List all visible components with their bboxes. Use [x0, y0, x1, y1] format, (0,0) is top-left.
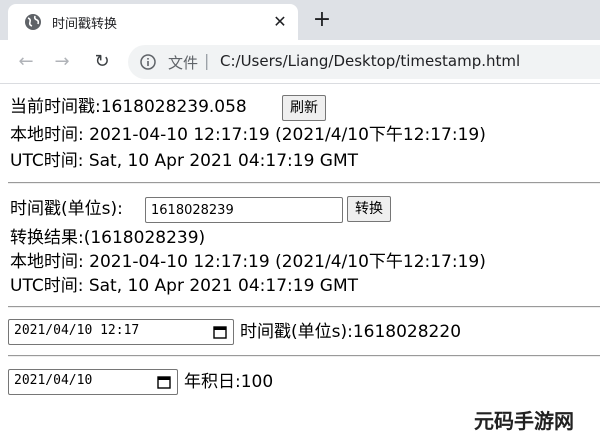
day-of-year-result: 年积日:100: [184, 372, 274, 392]
forward-arrow-icon[interactable]: →: [50, 50, 74, 74]
convert-button[interactable]: 转换: [347, 196, 391, 222]
reload-icon[interactable]: ↻: [90, 50, 114, 74]
divider: [8, 306, 600, 308]
datetime-input[interactable]: 2021/04/10 12:17: [8, 319, 234, 345]
refresh-button[interactable]: 刷新: [282, 95, 326, 121]
current-timestamp-label: 当前时间戳:1618028239.058: [10, 97, 247, 117]
calendar-icon[interactable]: [213, 325, 227, 339]
tab-title: 时间戳转换: [52, 17, 118, 32]
convert-utc-time: UTC时间: Sat, 10 Apr 2021 04:17:19 GMT: [10, 276, 359, 296]
site-label: 文件: [168, 54, 199, 72]
date-input-value: 2021/04/10: [14, 373, 93, 388]
datetime-input-value: 2021/04/10 12:17: [14, 323, 140, 338]
info-icon[interactable]: [140, 54, 156, 70]
divider: [8, 182, 600, 184]
divider: [8, 355, 600, 357]
back-arrow-icon[interactable]: ←: [14, 50, 38, 74]
close-tab-icon[interactable]: ✕: [270, 12, 290, 32]
url-separator: |: [204, 51, 210, 70]
current-utc-time: UTC时间: Sat, 10 Apr 2021 04:17:19 GMT: [10, 151, 359, 171]
timestamp-input-label: 时间戳(单位s):: [10, 199, 123, 219]
datetime-timestamp-result: 时间戳(单位s):1618028220: [240, 322, 462, 342]
globe-icon: [25, 14, 41, 30]
current-local-time: 本地时间: 2021-04-10 12:17:19 (2021/4/10下午12…: [10, 125, 486, 145]
convert-result: 转换结果:(1618028239): [10, 228, 206, 248]
convert-local-time: 本地时间: 2021-04-10 12:17:19 (2021/4/10下午12…: [10, 252, 486, 272]
timestamp-input[interactable]: [145, 197, 343, 223]
address-bar[interactable]: 文件 | C:/Users/Liang/Desktop/timestamp.ht…: [128, 45, 600, 79]
url-text[interactable]: C:/Users/Liang/Desktop/timestamp.html: [220, 52, 520, 70]
date-input[interactable]: 2021/04/10: [8, 369, 178, 395]
browser-tab[interactable]: 时间戳转换 ✕: [8, 4, 298, 40]
calendar-icon[interactable]: [157, 375, 171, 389]
page-content: 当前时间戳:1618028239.058 刷新 本地时间: 2021-04-10…: [0, 84, 600, 441]
watermark-logo: 元码手游网: [474, 409, 574, 433]
new-tab-icon[interactable]: +: [310, 8, 334, 32]
browser-toolbar: ← → ↻ 文件 | C:/Users/Liang/Desktop/timest…: [0, 40, 600, 84]
tab-strip: 时间戳转换 ✕ +: [0, 0, 600, 40]
